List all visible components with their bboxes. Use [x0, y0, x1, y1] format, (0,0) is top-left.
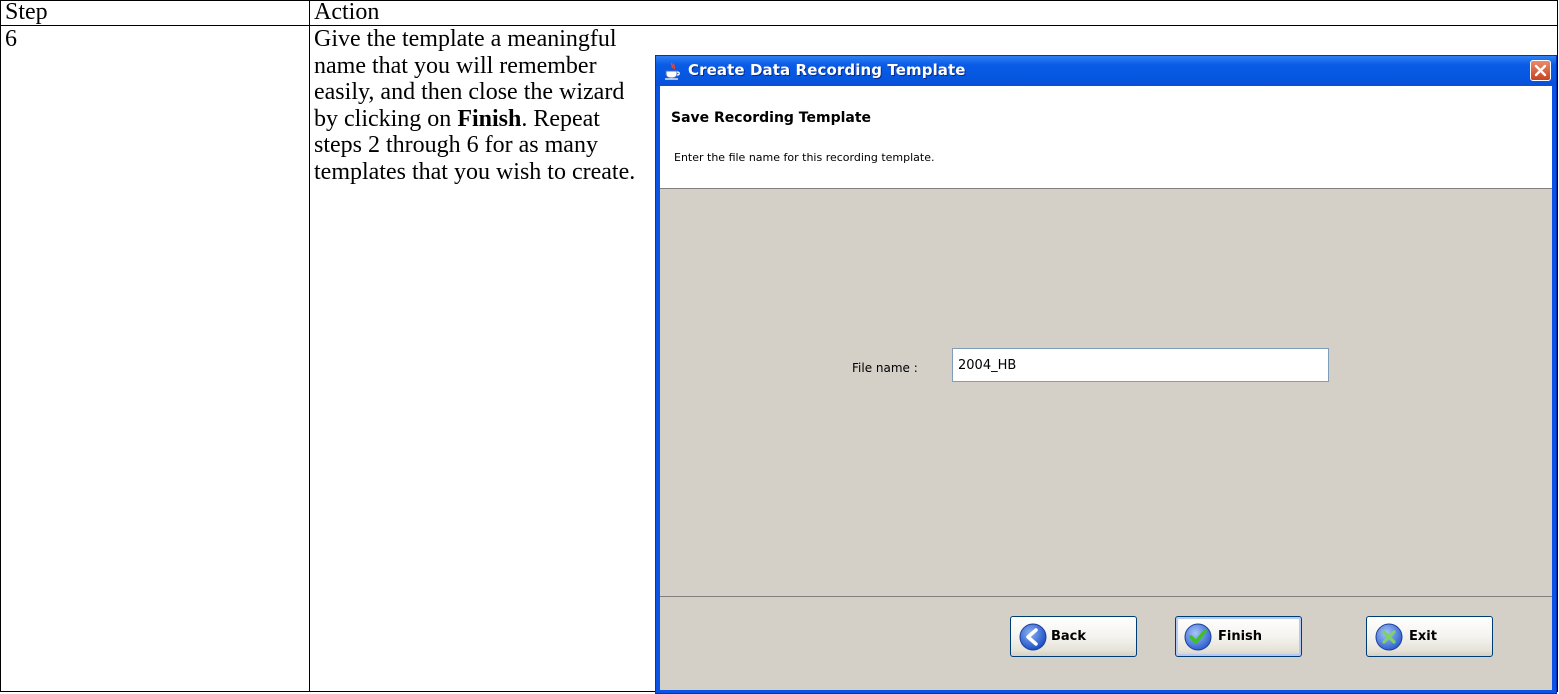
step-number: 6 [0, 25, 310, 692]
back-arrow-icon [1019, 623, 1047, 651]
exit-label: Exit [1409, 629, 1437, 644]
file-name-input[interactable] [952, 348, 1329, 382]
wizard-step-title: Save Recording Template [671, 110, 872, 126]
checkmark-icon [1184, 623, 1212, 651]
wizard-content: File name : [660, 189, 1552, 595]
finish-button[interactable]: Finish [1175, 616, 1302, 657]
action-header: Action [309, 0, 1558, 26]
window-title: Create Data Recording Template [688, 61, 966, 79]
wizard-header: Save Recording Template Enter the file n… [660, 86, 1552, 189]
exit-button[interactable]: Exit [1366, 616, 1493, 657]
dialog-client: Save Recording Template Enter the file n… [660, 86, 1552, 690]
back-label: Back [1051, 629, 1087, 644]
title-bar[interactable]: Create Data Recording Template [656, 56, 1556, 86]
step-header: Step [0, 0, 310, 26]
finish-label: Finish [1218, 629, 1263, 644]
close-button[interactable] [1530, 60, 1551, 81]
instruction-text: Give the template a meaningful name that… [314, 26, 644, 185]
instruction-finish-bold: Finish [457, 105, 522, 132]
exit-x-icon [1375, 623, 1403, 651]
close-icon [1534, 64, 1547, 77]
java-cup-icon [663, 62, 681, 80]
back-button[interactable]: Back [1010, 616, 1137, 657]
table-header-row: Step Action [0, 0, 1558, 26]
wizard-window: Create Data Recording Template Save Reco… [655, 55, 1557, 694]
wizard-step-description: Enter the file name for this recording t… [674, 151, 935, 164]
file-name-label: File name : [852, 361, 918, 375]
button-bar: Back Finish Exit [660, 599, 1552, 690]
